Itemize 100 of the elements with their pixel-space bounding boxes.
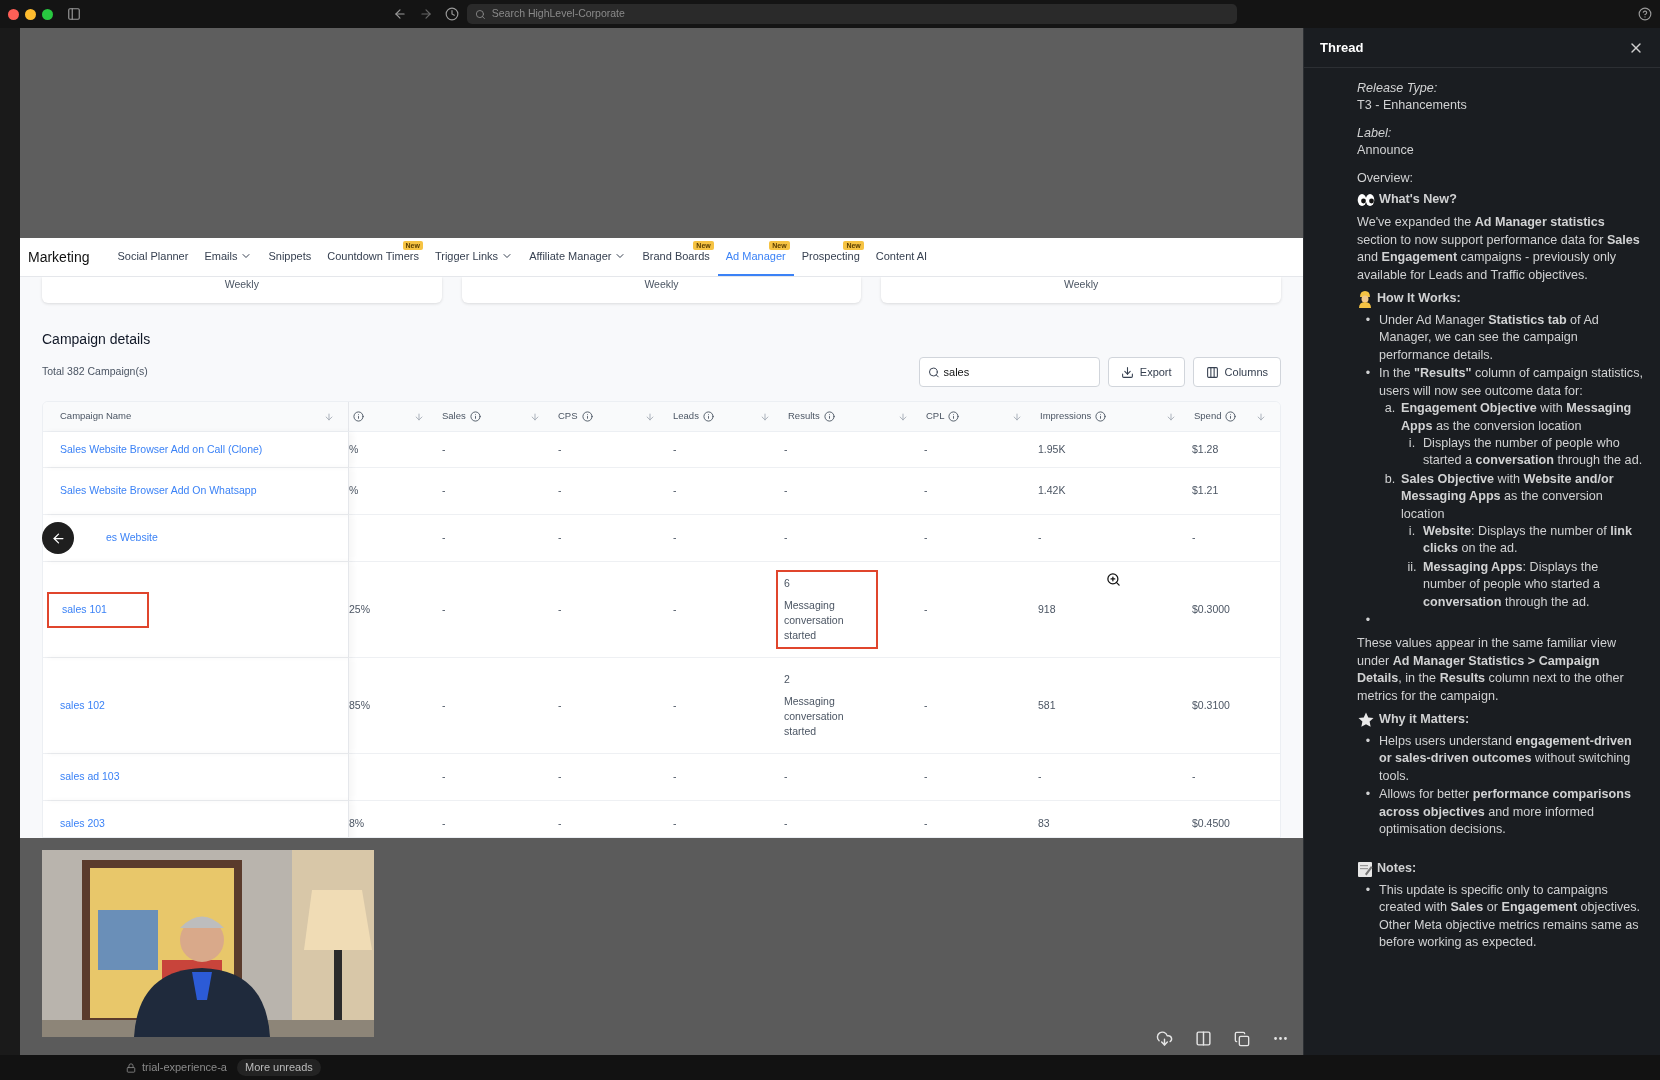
column-header: Leads — [673, 409, 699, 424]
table-cell: - — [673, 530, 677, 546]
search-icon — [475, 8, 486, 20]
download-icon[interactable] — [1156, 1030, 1173, 1047]
table-cell-text: $1.28 — [1192, 441, 1219, 457]
star-icon — [1357, 711, 1375, 729]
channel-name[interactable]: trial-experience-a — [142, 1059, 227, 1076]
results-cell-text: - — [784, 441, 788, 457]
table-cell: - — [924, 769, 928, 785]
campaign-link[interactable]: sales ad 103 — [47, 769, 120, 785]
table-cell: - — [442, 769, 446, 785]
section-heading: How It Works: — [1377, 290, 1461, 308]
search-field[interactable]: Search HighLevel-Corporate — [467, 4, 1237, 24]
campaign-link[interactable]: sales 101 — [47, 591, 149, 628]
table-cell-text: 85% — [349, 697, 370, 713]
columns-icon — [1205, 365, 1219, 379]
nav-tab[interactable]: Social Planner — [109, 238, 197, 276]
list-marker: • — [1364, 611, 1372, 629]
table-cell: 83 — [1038, 816, 1050, 832]
table-cell: - — [1192, 530, 1196, 546]
table-cell-text: - — [442, 441, 446, 457]
list-marker: • — [1364, 733, 1372, 750]
back-icon[interactable] — [393, 7, 407, 21]
search-input[interactable]: Search HighLevel-Corporate — [491, 6, 1229, 22]
unreads-pill[interactable]: More unreads — [237, 1059, 321, 1076]
column-header: Impressions — [1040, 409, 1092, 424]
column-header: Sales — [442, 409, 466, 424]
list-marker: • — [1364, 881, 1372, 899]
search-icon — [927, 365, 940, 379]
list-item-text: Allows for better performance comparisons across objectives and more informed optimisation decisions. — [1379, 786, 1632, 839]
list-marker: • — [1364, 365, 1372, 383]
list-marker: • — [1364, 312, 1372, 330]
list-item-text: This update is specific only to campaigns created with Sales or Engagement objectives. Other Meta objective metrics remains same as before working as expected. — [1379, 881, 1642, 952]
table-cell-text: - — [924, 441, 928, 457]
nav-tab[interactable]: Affiliate Manager — [521, 238, 635, 276]
copy-icon[interactable] — [1234, 1030, 1250, 1047]
help-icon[interactable] — [1638, 7, 1652, 21]
table-cell-text: % — [349, 441, 359, 457]
section-title: Campaign details — [42, 330, 152, 349]
table-cell: - — [558, 530, 562, 546]
field-label: Release Type: — [1357, 80, 1439, 97]
table-cell-text: - — [558, 441, 562, 457]
table-cell-text: - — [673, 441, 677, 457]
table-cell: $1.21 — [1192, 483, 1219, 499]
nav-tab[interactable]: Snippets — [260, 238, 320, 276]
lock-icon — [126, 1062, 136, 1073]
results-cell: - — [784, 769, 788, 785]
summary-card: Weekly — [42, 277, 442, 303]
nav-tab[interactable]: Trigger Links — [426, 238, 522, 276]
split-view-icon[interactable] — [1195, 1030, 1212, 1047]
table-cell-text: - — [673, 697, 677, 713]
info-icon — [469, 411, 481, 422]
table-cell: - — [442, 483, 446, 499]
table-cell-text: - — [442, 601, 446, 617]
forward-icon[interactable] — [419, 7, 433, 21]
summary-card: Weekly — [461, 277, 862, 303]
section-title: Marketing — [28, 247, 90, 267]
table-cell: - — [673, 769, 677, 785]
table-cell: - — [558, 483, 562, 499]
campaign-link[interactable]: sales 102 — [47, 697, 105, 714]
campaign-link[interactable]: Sales Website Browser Add On Whatsapp — [47, 483, 257, 499]
results-cell: 6 Messaging conversation started — [776, 570, 878, 649]
info-icon — [353, 411, 364, 422]
info-icon — [581, 411, 593, 422]
campaign-link[interactable]: sales 203 — [47, 816, 105, 832]
table-cell: 1.42K — [1038, 483, 1066, 499]
paragraph: We've expanded the Ad Manager statistics section to now support performance data for Sales and Engagement campaigns - previously only available for Leads and Traffic objectives. — [1357, 214, 1641, 284]
search-field[interactable]: sales — [918, 357, 1100, 387]
list-marker: i. — [1407, 434, 1417, 452]
sidebar-icon[interactable] — [67, 7, 81, 21]
export-button[interactable]: Export — [1107, 357, 1185, 387]
table-cell-text: - — [558, 697, 562, 713]
download-icon — [1120, 365, 1134, 379]
section-heading: Notes: — [1377, 860, 1417, 878]
search-input[interactable]: sales — [943, 363, 1091, 381]
campaign-link[interactable]: es Website — [93, 530, 158, 546]
minimize-window-icon[interactable] — [25, 8, 36, 20]
table-cell: - — [924, 483, 928, 499]
section-heading: Why it Matters: — [1379, 711, 1470, 729]
campaign-link[interactable]: Sales Website Browser Add on Call (Clone) — [47, 441, 263, 458]
list-item-text: Helps users understand engagement-driven or sales-driven outcomes without switching tools. — [1379, 733, 1633, 785]
close-window-icon[interactable] — [8, 8, 19, 20]
info-icon — [948, 411, 960, 422]
list-marker: i. — [1407, 522, 1417, 540]
table-cell: - — [924, 816, 928, 832]
nav-tab[interactable]: Emails — [196, 238, 261, 276]
info-icon — [1225, 411, 1237, 422]
history-icon[interactable] — [445, 7, 459, 21]
column-header: Spend — [1194, 409, 1222, 424]
nav-tab[interactable]: Content AI — [867, 238, 936, 276]
list-marker: ii. — [1406, 558, 1418, 576]
table-cell: - — [558, 769, 562, 785]
panel-title: Thread — [1320, 38, 1364, 57]
columns-button[interactable]: Columns — [1192, 357, 1281, 387]
notepad-icon — [1357, 860, 1373, 878]
maximize-window-icon[interactable] — [42, 8, 53, 20]
results-cell: - — [784, 530, 788, 546]
table-cell-text: $0.3100 — [1192, 697, 1230, 713]
field-label: Overview: — [1357, 169, 1414, 187]
table-cell-text: 1.95K — [1038, 441, 1066, 457]
